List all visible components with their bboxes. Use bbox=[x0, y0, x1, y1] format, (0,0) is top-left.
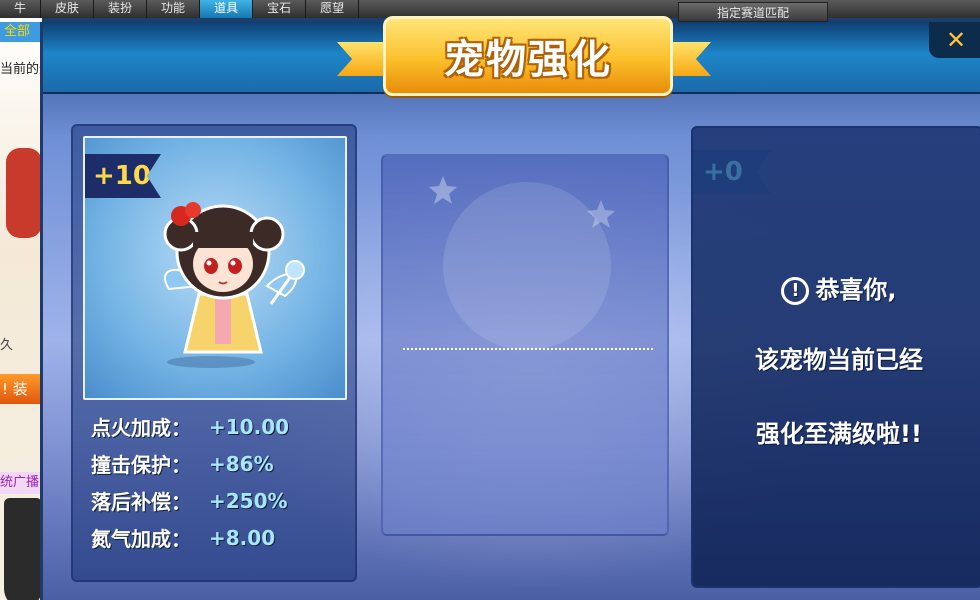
stat-value: +250% bbox=[209, 488, 288, 513]
stat-value: +86% bbox=[209, 451, 274, 476]
status-text-line-3: 强化至满级啦!! bbox=[756, 420, 922, 448]
info-icon: ! bbox=[781, 277, 810, 305]
close-button[interactable]: ✕ bbox=[929, 22, 980, 58]
pet-character-image bbox=[163, 202, 305, 368]
stat-row: 氮气加成： +8.00 bbox=[91, 519, 289, 556]
pet-card[interactable]: +10 bbox=[83, 136, 347, 400]
dialog-title: 宠物强化 bbox=[444, 37, 612, 83]
current-items-label: 当前的道 bbox=[0, 62, 42, 77]
bg-tab-0[interactable]: 牛 bbox=[0, 0, 42, 18]
stat-label: 落后补偿： bbox=[91, 490, 191, 514]
bg-tab-6[interactable]: 愿望 bbox=[306, 0, 360, 18]
bg-tab-3[interactable]: 功能 bbox=[147, 0, 201, 18]
status-text-line-2: 该宠物当前已经 bbox=[755, 346, 923, 374]
all-filter[interactable]: 全部 bbox=[0, 22, 42, 42]
result-panel: +0 ! 恭喜你, 该宠物当前已经 强化至满级啦!! bbox=[691, 126, 980, 588]
stat-value: +10.00 bbox=[209, 414, 290, 439]
congrats-text: 恭喜你, bbox=[815, 276, 897, 304]
stat-label: 点火加成： bbox=[91, 416, 191, 440]
stat-row: 撞击保护： +86% bbox=[91, 445, 289, 482]
dotted-divider bbox=[403, 348, 653, 350]
bg-tab-1[interactable]: 皮肤 bbox=[41, 0, 95, 18]
congrats-message: ! 恭喜你, bbox=[693, 270, 980, 305]
sparkle-decoration bbox=[429, 176, 615, 350]
track-match-tab[interactable]: 指定赛道匹配 bbox=[678, 2, 828, 22]
title-plate: 宠物强化 bbox=[383, 16, 673, 96]
broadcast-label[interactable]: 统广播 bbox=[0, 472, 42, 494]
permanent-label: 久 bbox=[0, 338, 14, 353]
pet-level-badge: +10 bbox=[85, 154, 161, 198]
stat-value: +8.00 bbox=[209, 525, 276, 550]
item-thumbnail[interactable] bbox=[6, 148, 42, 238]
result-level-badge: +0 bbox=[693, 150, 771, 194]
pet-stats: 点火加成： +10.00 撞击保护： +86% 落后补偿： +250% 氮气加成… bbox=[91, 408, 289, 556]
background-sidebar: 全部 当前的道 久 ! 装 统广播 bbox=[0, 18, 42, 600]
bg-tab-5[interactable]: 宝石 bbox=[253, 0, 307, 18]
item-thumbnail[interactable] bbox=[4, 498, 42, 600]
stat-label: 撞击保护： bbox=[91, 453, 191, 477]
equip-button[interactable]: ! 装 bbox=[0, 374, 42, 404]
material-slot-panel bbox=[381, 154, 669, 536]
bg-tab-2[interactable]: 装扮 bbox=[94, 0, 148, 18]
stat-row: 点火加成： +10.00 bbox=[91, 408, 289, 445]
pet-info-panel: +10 点火加成： +10.00 撞击保护： +86% 落后补偿： +250% … bbox=[71, 124, 357, 582]
stat-label: 氮气加成： bbox=[91, 527, 191, 551]
bg-tab-4[interactable]: 道具 bbox=[200, 0, 254, 18]
stat-row: 落后补偿： +250% bbox=[91, 482, 289, 519]
pet-enhance-dialog: 宠物强化 ✕ +10 点火加成： +10.00 撞击保护： +86% 落后补偿：… bbox=[40, 16, 980, 600]
